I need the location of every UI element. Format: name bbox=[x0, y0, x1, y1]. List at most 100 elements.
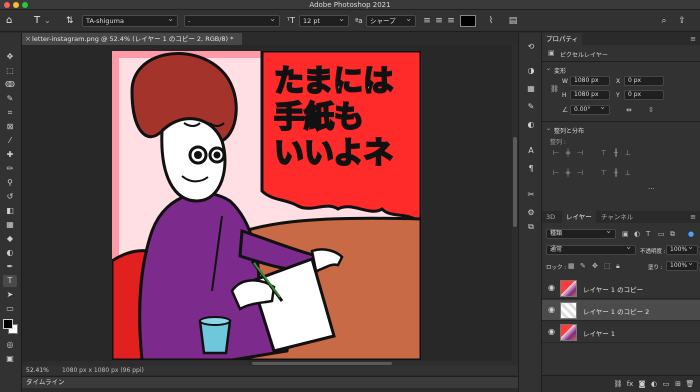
horizontal-scroll-thumb[interactable] bbox=[252, 362, 392, 365]
flip-horizontal-icon[interactable]: ⇹ bbox=[626, 106, 632, 114]
layer-row[interactable]: ◉ レイヤー 1 のコピー bbox=[542, 278, 700, 299]
move-tool-icon[interactable]: ✥ bbox=[3, 51, 17, 63]
libraries-icon[interactable]: ⧉ bbox=[525, 221, 537, 233]
distribute-top-icon[interactable]: ⊤ bbox=[598, 169, 610, 177]
adjustment-layer-icon[interactable]: ◐ bbox=[648, 376, 660, 392]
frame-tool-icon[interactable]: ⊠ bbox=[3, 121, 17, 133]
align-right-icon[interactable]: ≡ bbox=[446, 15, 456, 27]
layer-row[interactable]: ◉ レイヤー 1 のコピー 2 bbox=[542, 300, 700, 321]
more-options-icon[interactable]: ··· bbox=[648, 185, 655, 193]
lock-image-icon[interactable]: ✎ bbox=[580, 262, 586, 270]
close-icon[interactable]: × bbox=[25, 33, 31, 45]
dodge-tool-icon[interactable]: ◐ bbox=[3, 247, 17, 259]
align-horizontal-centers-icon[interactable]: ╪ bbox=[562, 149, 574, 157]
blur-tool-icon[interactable]: ◆ bbox=[3, 233, 17, 245]
distribute-left-icon[interactable]: ⊢ bbox=[550, 169, 562, 177]
opacity-field[interactable]: 100% bbox=[666, 243, 698, 255]
trash-icon[interactable]: 🗑︎ bbox=[684, 376, 696, 392]
history-icon[interactable]: ⟲ bbox=[525, 41, 537, 53]
text-color-swatch[interactable] bbox=[460, 15, 476, 27]
align-right-edges-icon[interactable]: ⊣ bbox=[574, 149, 586, 157]
home-icon[interactable]: ⌂ bbox=[6, 15, 12, 27]
panel-menu-icon[interactable]: ≡ bbox=[690, 35, 696, 43]
tab-channels[interactable]: チャンネル bbox=[597, 211, 637, 223]
font-style-select[interactable]: - bbox=[184, 14, 280, 27]
stamp-tool-icon[interactable]: ⚲ bbox=[3, 177, 17, 189]
distribute-right-icon[interactable]: ⊣ bbox=[574, 169, 586, 177]
filter-adjustment-icon[interactable]: ◐ bbox=[634, 230, 640, 238]
quick-select-tool-icon[interactable]: ✎ bbox=[3, 93, 17, 105]
filter-pixel-icon[interactable]: ▣ bbox=[622, 230, 629, 238]
link-icon[interactable]: ⛓ bbox=[550, 85, 559, 93]
type-tool-icon[interactable]: T bbox=[34, 15, 40, 27]
height-field[interactable]: 1080 px bbox=[570, 90, 610, 100]
chevron-down-icon[interactable]: ⌄ bbox=[546, 65, 551, 72]
tab-properties[interactable]: プロパティ bbox=[542, 33, 583, 45]
panel-menu-icon[interactable]: ≡ bbox=[690, 213, 696, 221]
align-center-icon[interactable]: ≡ bbox=[434, 15, 444, 27]
chevron-down-icon[interactable]: ⌄ bbox=[44, 15, 51, 27]
align-vertical-centers-icon[interactable]: ╫ bbox=[610, 149, 622, 157]
layer-style-icon[interactable]: fx bbox=[624, 376, 636, 392]
new-layer-icon[interactable]: ⊞ bbox=[672, 376, 684, 392]
visibility-eye-icon[interactable]: ◉ bbox=[548, 283, 555, 292]
layer-name[interactable]: レイヤー 1 のコピー 2 bbox=[583, 306, 649, 316]
document-tab[interactable]: × letter-instagram.png @ 52.4% (レイヤー 1 の… bbox=[22, 33, 242, 45]
gradient-tool-icon[interactable]: ▦ bbox=[3, 219, 17, 231]
glyphs-icon[interactable]: ⚙ bbox=[525, 207, 537, 219]
blend-mode-select[interactable]: 通常 bbox=[546, 243, 636, 255]
angle-field[interactable]: 0.00° bbox=[570, 103, 610, 115]
color-panel-icon[interactable]: ◑ bbox=[525, 65, 537, 77]
canvas-artwork[interactable]: たまには 手紙も いいよネ bbox=[112, 51, 421, 360]
font-family-select[interactable]: TA-shiguma bbox=[82, 14, 178, 27]
x-field[interactable]: 0 px bbox=[624, 76, 664, 86]
swatches-icon[interactable]: ▦ bbox=[525, 83, 537, 95]
healing-brush-tool-icon[interactable]: ✚ bbox=[3, 149, 17, 161]
tab-layers[interactable]: レイヤー bbox=[562, 211, 596, 223]
align-left-edges-icon[interactable]: ⊢ bbox=[550, 149, 562, 157]
brush-tool-icon[interactable]: ✏ bbox=[3, 163, 17, 175]
lock-transparent-icon[interactable]: ▦ bbox=[568, 262, 575, 270]
lock-position-icon[interactable]: ✥ bbox=[592, 262, 598, 270]
character-icon[interactable]: A bbox=[525, 145, 537, 157]
align-left-icon[interactable]: ≡ bbox=[422, 15, 432, 27]
layer-name[interactable]: レイヤー 1 のコピー bbox=[583, 284, 643, 294]
antialias-select[interactable]: シャープ bbox=[366, 14, 416, 27]
filter-toggle-icon[interactable]: ● bbox=[688, 230, 694, 238]
visibility-eye-icon[interactable]: ◉ bbox=[548, 327, 555, 336]
brush-settings-icon[interactable]: ✎ bbox=[525, 101, 537, 113]
adjustments-icon[interactable]: ◐ bbox=[525, 119, 537, 131]
zoom-level[interactable]: 52.41% bbox=[26, 366, 49, 375]
layer-row[interactable]: ◉ レイヤー 1 bbox=[542, 322, 700, 343]
filter-type-icon[interactable]: T bbox=[646, 230, 650, 238]
share-icon[interactable]: ⇪ bbox=[676, 15, 688, 27]
paragraph-icon[interactable]: ¶ bbox=[525, 163, 537, 175]
pen-tool-icon[interactable]: ✒ bbox=[3, 261, 17, 273]
search-icon[interactable]: ⌕ bbox=[658, 15, 670, 27]
eraser-tool-icon[interactable]: ◧ bbox=[3, 205, 17, 217]
document-info[interactable]: 1080 px x 1080 px (96 ppi) bbox=[62, 366, 144, 375]
align-bottom-edges-icon[interactable]: ⊥ bbox=[622, 149, 634, 157]
crop-tool-icon[interactable]: ⌗ bbox=[3, 107, 17, 119]
layer-filter-select[interactable]: 種類 bbox=[546, 227, 616, 239]
distribute-bottom-icon[interactable]: ⊥ bbox=[622, 169, 634, 177]
vertical-scroll-thumb[interactable] bbox=[513, 137, 517, 227]
align-top-edges-icon[interactable]: ⊤ bbox=[598, 149, 610, 157]
lock-all-icon[interactable]: 🔒︎ bbox=[616, 262, 620, 271]
font-size-select[interactable]: 12 pt bbox=[299, 14, 349, 27]
lock-artboard-icon[interactable]: ⬚ bbox=[604, 262, 611, 270]
flip-vertical-icon[interactable]: ⇳ bbox=[648, 106, 654, 114]
new-group-icon[interactable]: ▭ bbox=[660, 376, 672, 392]
width-field[interactable]: 1080 px bbox=[570, 76, 610, 86]
timeline-panel-tab[interactable]: タイムライン bbox=[22, 376, 518, 388]
path-select-tool-icon[interactable]: ➤ bbox=[3, 289, 17, 301]
marquee-tool-icon[interactable]: ⬚ bbox=[3, 65, 17, 77]
distribute-center-icon[interactable]: ╪ bbox=[562, 169, 574, 177]
tab-3d[interactable]: 3D bbox=[542, 211, 559, 223]
warp-text-icon[interactable]: ⌇ bbox=[485, 15, 497, 27]
lasso-tool-icon[interactable]: ↂ bbox=[3, 79, 17, 91]
text-orientation-icon[interactable]: ⇅ bbox=[66, 15, 74, 27]
distribute-middle-icon[interactable]: ╫ bbox=[610, 169, 622, 177]
visibility-eye-icon[interactable]: ◉ bbox=[548, 305, 555, 314]
foreground-color-swatch[interactable] bbox=[3, 319, 13, 329]
